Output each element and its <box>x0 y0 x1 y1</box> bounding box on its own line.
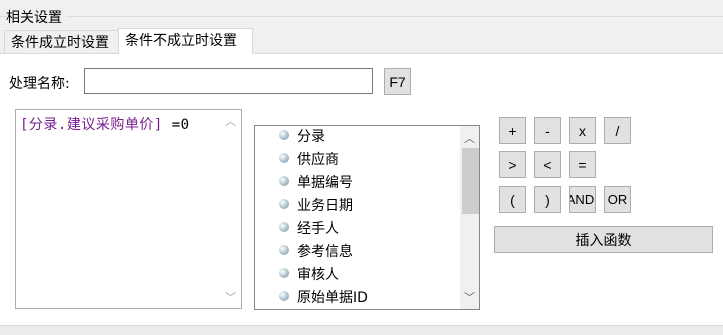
handler-name-input[interactable] <box>84 68 373 94</box>
formula-field: [分录.建议采购单价] <box>20 117 163 133</box>
f7-button[interactable]: F7 <box>384 68 411 95</box>
bullet-icon <box>279 153 289 163</box>
and-button[interactable]: AND <box>569 186 596 213</box>
list-item[interactable]: 业务日期 <box>279 195 353 218</box>
list-scrollbar[interactable]: ︿ ﹀ <box>460 126 479 309</box>
list-item[interactable]: 参考信息 <box>279 241 353 264</box>
tab-condition-false[interactable]: 条件不成立时设置 <box>118 28 253 54</box>
less-than-button[interactable]: < <box>534 151 561 178</box>
or-button[interactable]: OR <box>604 186 631 213</box>
list-scroll-up-icon[interactable]: ︿ <box>461 130 478 146</box>
bullet-icon <box>279 222 289 232</box>
close-paren-button[interactable]: ) <box>534 186 561 213</box>
open-paren-button[interactable]: ( <box>499 186 526 213</box>
formula-rest: =0 <box>162 117 190 133</box>
field-list[interactable]: 分录 供应商 单据编号 业务日期 经手人 参考信息 审核人 原始单据ID ︿ ﹀ <box>254 125 480 310</box>
group-title: 相关设置 <box>6 7 66 27</box>
list-scroll-thumb[interactable] <box>462 148 479 214</box>
minus-button[interactable]: - <box>534 117 561 144</box>
list-item[interactable]: 分录 <box>279 126 325 149</box>
formula-scroll-down-icon[interactable]: ﹀ <box>222 289 239 305</box>
bullet-icon <box>279 130 289 140</box>
list-item[interactable]: 经手人 <box>279 218 339 241</box>
list-scroll-down-icon[interactable]: ﹀ <box>461 289 478 305</box>
bullet-icon <box>279 291 289 301</box>
list-item[interactable]: 审核人 <box>279 264 339 287</box>
bullet-icon <box>279 199 289 209</box>
bullet-icon <box>279 245 289 255</box>
formula-text: [分录.建议采购单价] =0 <box>20 114 190 134</box>
equals-button[interactable]: = <box>569 151 596 178</box>
divide-button[interactable]: / <box>604 117 631 144</box>
list-item[interactable]: 单据编号 <box>279 172 353 195</box>
multiply-button[interactable]: x <box>569 117 596 144</box>
handler-name-label: 处理名称: <box>9 76 70 92</box>
formula-editor[interactable]: [分录.建议采购单价] =0 ︿ ﹀ <box>15 109 242 309</box>
list-item[interactable]: 原始单据ID <box>279 287 368 309</box>
bullet-icon <box>279 268 289 278</box>
insert-function-button[interactable]: 插入函数 <box>494 226 713 253</box>
greater-than-button[interactable]: > <box>499 151 526 178</box>
bullet-icon <box>279 176 289 186</box>
formula-scroll-up-icon[interactable]: ︿ <box>222 113 239 129</box>
group-divider <box>0 16 723 17</box>
list-item[interactable]: 供应商 <box>279 149 339 172</box>
plus-button[interactable]: + <box>499 117 526 144</box>
tab-panel: 处理名称: F7 [分录.建议采购单价] =0 ︿ ﹀ 分录 供应商 单据编号 … <box>0 53 723 325</box>
tab-condition-true[interactable]: 条件成立时设置 <box>4 30 119 53</box>
